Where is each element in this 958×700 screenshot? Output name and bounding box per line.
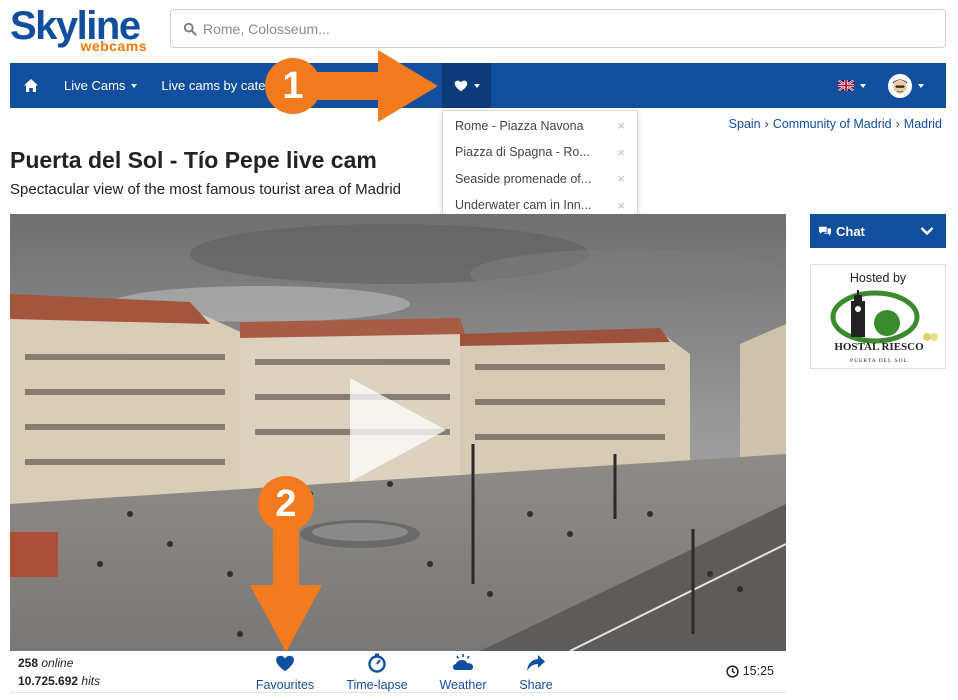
- caret-down-icon: [860, 83, 866, 88]
- online-count: 258: [18, 656, 39, 670]
- heart-icon: [276, 655, 294, 671]
- favourite-item-label: Rome - Piazza Navona: [455, 118, 584, 133]
- chevron-down-icon: [920, 227, 934, 236]
- share-arrow-icon: [527, 655, 545, 671]
- caret-down-icon: [918, 83, 924, 88]
- remove-favourite-icon[interactable]: ×: [617, 118, 625, 133]
- remove-favourite-icon[interactable]: ×: [617, 145, 625, 160]
- weather-button[interactable]: Weather: [436, 652, 490, 692]
- favourite-item-label: Underwater cam in Inn...: [455, 198, 592, 213]
- uk-flag-icon: [838, 80, 854, 91]
- chat-panel-toggle[interactable]: Chat: [810, 214, 946, 248]
- main-navbar: Live Cams Live cams by categ: [10, 63, 946, 108]
- online-label: online: [41, 656, 74, 670]
- page-subtitle: Spectacular view of the most famous tour…: [10, 181, 402, 198]
- remove-favourite-icon[interactable]: ×: [617, 171, 625, 186]
- favourites-label: Favourites: [255, 678, 315, 692]
- time-lapse-button[interactable]: Time-lapse: [344, 652, 410, 692]
- annotation-step-2-badge: 2: [258, 476, 314, 532]
- breadcrumb-link-region[interactable]: Community of Madrid: [773, 117, 892, 131]
- chat-label: Chat: [836, 223, 865, 239]
- logo-subtext: webcams: [80, 38, 147, 54]
- remove-favourite-icon[interactable]: ×: [617, 198, 625, 213]
- favourite-item-label: Piazza di Spagna - Ro...: [455, 145, 590, 160]
- breadcrumb-separator: ›: [895, 117, 900, 131]
- favourite-item[interactable]: Seaside promenade of... ×: [443, 166, 637, 192]
- weather-label: Weather: [439, 678, 487, 692]
- favourite-item[interactable]: Rome - Piazza Navona ×: [443, 113, 637, 139]
- language-selector[interactable]: [838, 63, 866, 108]
- skyline-logo[interactable]: Skyline webcams: [10, 4, 155, 56]
- play-icon[interactable]: [350, 378, 446, 482]
- hosted-by-box[interactable]: Hosted by HOSTAL RIESCO PUERTA DEL SOL: [810, 264, 946, 369]
- favourites-dropdown: Rome - Piazza Navona × Piazza di Spagna …: [442, 110, 638, 219]
- home-icon: [24, 79, 38, 92]
- share-label: Share: [519, 678, 553, 692]
- weather-icon: [453, 654, 473, 670]
- chat-bubbles-icon: [819, 226, 831, 236]
- breadcrumb-link-country[interactable]: Spain: [729, 117, 761, 131]
- hit-counter: 10.725.692 hits: [18, 674, 100, 688]
- home-button[interactable]: [10, 63, 52, 108]
- favourites-button[interactable]: Favourites: [254, 652, 316, 692]
- heart-icon: [454, 80, 467, 91]
- user-menu[interactable]: [888, 63, 924, 108]
- breadcrumb-separator: ›: [764, 117, 769, 131]
- search-box[interactable]: [170, 9, 946, 48]
- annotation-step-1-badge: 1: [265, 58, 321, 114]
- player-controls-bar: 258 online 10.725.692 hits Favourites Ti…: [10, 651, 786, 693]
- hits-label: hits: [81, 674, 101, 688]
- page-title: Puerta del Sol - Tío Pepe live cam: [10, 147, 377, 173]
- online-viewers: 258 online: [18, 656, 73, 670]
- clock-icon: [726, 664, 739, 678]
- nav-live-cams[interactable]: Live Cams: [52, 63, 149, 108]
- time-lapse-label: Time-lapse: [346, 678, 408, 692]
- hostal-riesco-logo: HOSTAL RIESCO PUERTA DEL SOL: [830, 290, 938, 364]
- favourites-menu-button[interactable]: [442, 63, 491, 108]
- nav-live-cams-label: Live Cams: [64, 78, 126, 93]
- breadcrumb-link-city[interactable]: Madrid: [904, 117, 942, 131]
- search-icon: [183, 22, 197, 36]
- caret-down-icon: [131, 83, 138, 88]
- nav-category-label: Live cams by categ: [161, 78, 273, 93]
- share-button[interactable]: Share: [514, 652, 558, 692]
- stopwatch-icon: [368, 653, 386, 673]
- breadcrumb: Spain › Community of Madrid › Madrid: [729, 117, 942, 131]
- sponsor-tagline: PUERTA DEL SOL: [850, 358, 908, 364]
- local-time-value: 15:25: [742, 664, 774, 678]
- webcam-video-player[interactable]: [10, 214, 786, 651]
- search-input[interactable]: [203, 20, 903, 37]
- user-avatar-icon: [888, 73, 912, 98]
- favourite-item[interactable]: Piazza di Spagna - Ro... ×: [443, 140, 637, 166]
- sponsor-name: HOSTAL RIESCO: [834, 341, 924, 353]
- hosted-by-label: Hosted by: [849, 271, 907, 285]
- local-time: 15:25: [726, 664, 774, 678]
- caret-down-icon: [473, 83, 480, 88]
- hits-count: 10.725.692: [18, 674, 79, 688]
- avatar: [888, 73, 912, 98]
- favourite-item-label: Seaside promenade of...: [455, 171, 592, 186]
